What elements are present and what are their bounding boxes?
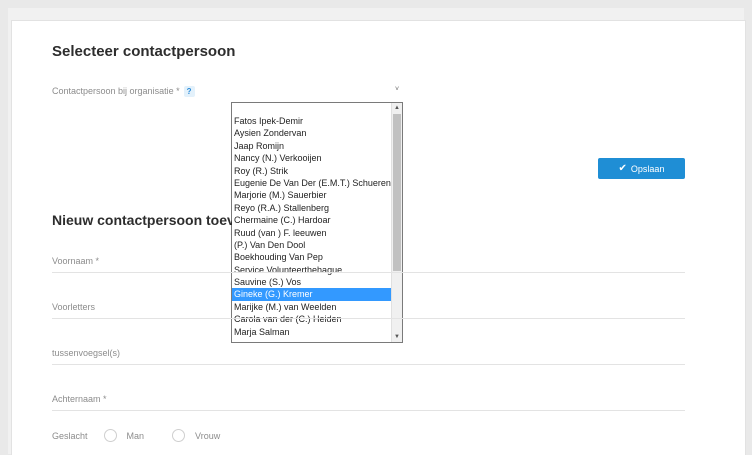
dropdown-option[interactable]: Eugenie De Van Der (E.M.T.) Schueren	[232, 177, 391, 189]
scroll-down-icon[interactable]: ▼	[392, 332, 402, 342]
gender-label: Geslacht	[52, 430, 88, 441]
contact-person-label-text: Contactpersoon bij organisatie *	[52, 86, 180, 96]
contact-person-label: Contactpersoon bij organisatie *?	[52, 86, 195, 97]
first-name-field[interactable]: Voornaam *	[52, 254, 685, 273]
dropdown-option[interactable]: Fatos Ipek-Demir	[232, 115, 391, 127]
save-button-label: Opslaan	[630, 163, 665, 174]
infix-label: tussenvoegsel(s)	[52, 348, 121, 358]
scroll-up-icon[interactable]: ▲	[392, 103, 402, 113]
gender-male-radio[interactable]	[103, 429, 117, 442]
check-icon: ✔	[618, 163, 627, 174]
dropdown-option[interactable]: Aysien Zondervan	[232, 127, 391, 139]
chevron-down-icon[interactable]: ˅	[395, 86, 399, 93]
new-contact-title: Nieuw contactpersoon toevo	[52, 212, 232, 228]
dropdown-option[interactable]: Chermaine (C.) Hardoar	[232, 214, 391, 226]
initials-field[interactable]: Voorletters	[52, 300, 685, 319]
page-title: Selecteer contactpersoon	[52, 43, 236, 60]
infix-field[interactable]: tussenvoegsel(s)	[52, 346, 685, 365]
dropdown-option[interactable]: Gineke (G.) Kremer	[232, 288, 391, 301]
first-name-label: Voornaam *	[52, 256, 100, 266]
save-button[interactable]: ✔ Opslaan	[598, 158, 685, 179]
gender-female-radio[interactable]	[172, 429, 186, 442]
dropdown-option[interactable]: Reyo (R.A.) Stallenberg	[232, 202, 391, 214]
dropdown-option[interactable]: Marjorie (M.) Sauerbier	[232, 189, 391, 201]
gender-male-label[interactable]: Man	[127, 431, 145, 441]
dropdown-option[interactable]: (P.) Van Den Dool	[232, 239, 391, 251]
gender-row: Geslacht Man Vrouw	[52, 429, 220, 442]
dropdown-option[interactable]: Sauvine (S.) Vos	[232, 276, 391, 288]
help-icon[interactable]: ?	[183, 86, 195, 97]
initials-label: Voorletters	[52, 302, 96, 312]
gender-female-label[interactable]: Vrouw	[195, 431, 220, 441]
dropdown-option[interactable]: Marja Salman	[232, 326, 391, 338]
dropdown-option[interactable]: Jaap Romijn	[232, 140, 391, 152]
dropdown-option[interactable]: Nancy (N.) Verkooijen	[232, 152, 391, 164]
last-name-label: Achternaam *	[52, 394, 107, 404]
last-name-field[interactable]: Achternaam *	[52, 392, 685, 411]
scrollbar-thumb[interactable]	[393, 114, 401, 271]
dropdown-option[interactable]: Ruud (van ) F. leeuwen	[232, 227, 391, 239]
dropdown-option[interactable]: Roy (R.) Strik	[232, 165, 391, 177]
